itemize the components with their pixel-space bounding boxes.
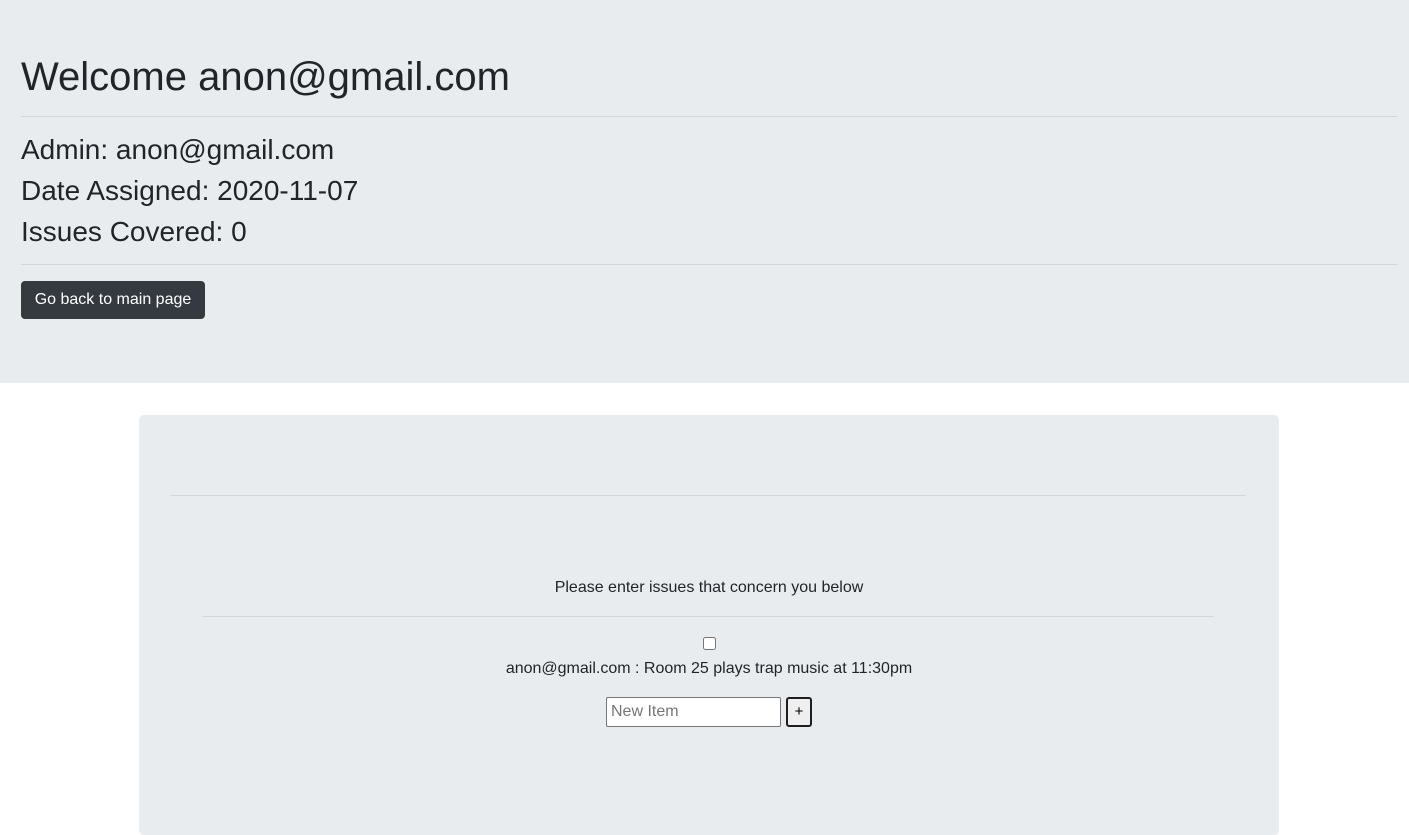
card-top-divider: [171, 495, 1246, 496]
welcome-heading: Welcome anon@gmail.com: [21, 55, 510, 99]
header-panel: Welcome anon@gmail.com Admin: anon@gmail…: [0, 0, 1409, 383]
issues-prompt: Please enter issues that concern you bel…: [554, 579, 864, 596]
go-back-main-page-button[interactable]: Go back to main page: [21, 281, 205, 319]
info-divider: [21, 264, 1397, 265]
header-divider: [21, 116, 1397, 117]
new-item-input[interactable]: [606, 697, 781, 727]
date-assigned-info: Date Assigned: 2020-11-07: [21, 175, 359, 206]
issues-covered-info: Issues Covered: 0: [21, 216, 247, 247]
admin-info: Admin: anon@gmail.com: [21, 134, 335, 165]
issue-checkbox[interactable]: [703, 637, 716, 650]
issue-item-text: anon@gmail.com : Room 25 plays trap musi…: [505, 660, 913, 677]
issues-card: Please enter issues that concern you bel…: [139, 415, 1279, 835]
add-item-button[interactable]: +: [786, 697, 812, 727]
prompt-divider: [203, 616, 1214, 617]
